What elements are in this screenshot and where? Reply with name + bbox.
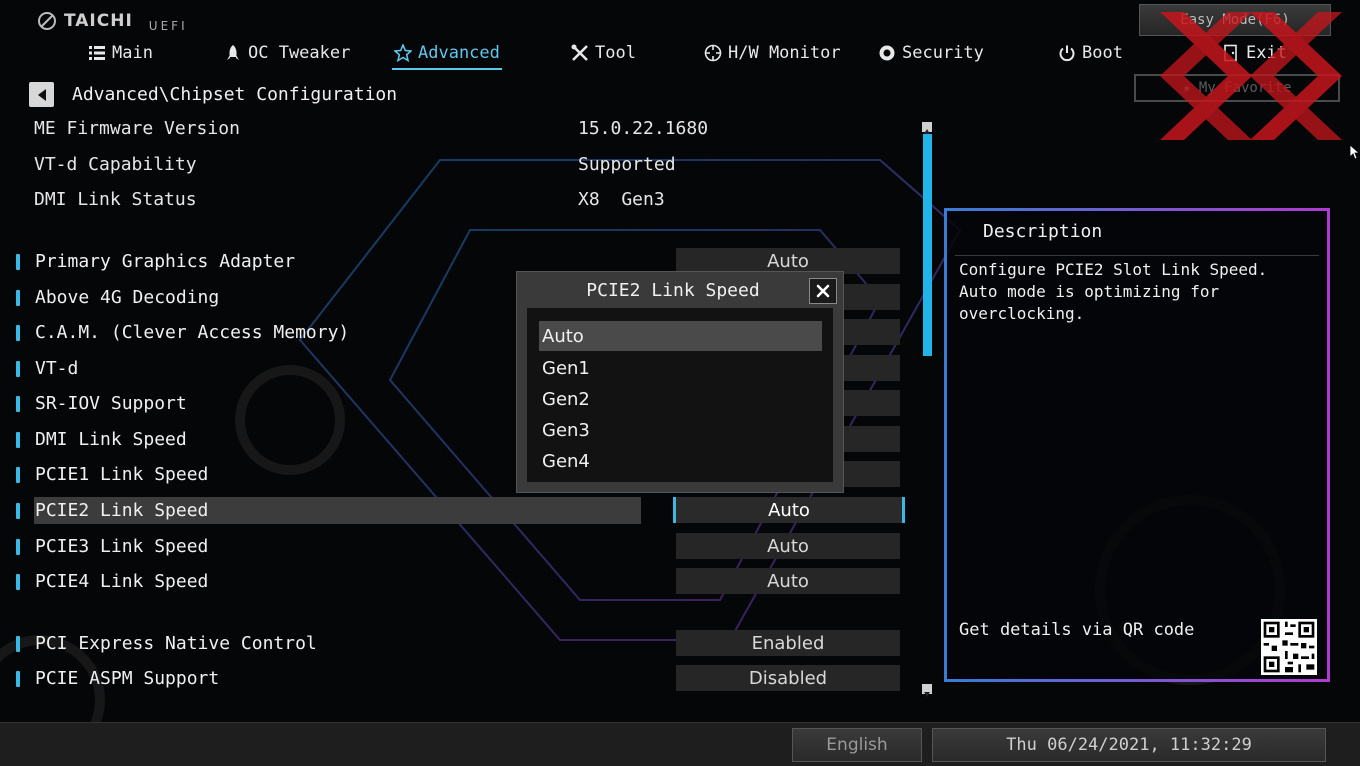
info-label: DMI Link Status [34,189,197,210]
tab-advanced[interactable]: Advanced [392,40,502,70]
power-icon [1059,45,1075,62]
rocket-icon [227,45,239,60]
setting-label: DMI Link Speed [35,429,187,450]
row-marker [16,325,20,341]
setting-label: PCI Express Native Control [35,633,317,654]
row-marker [16,503,20,519]
row-marker [16,432,20,448]
info-value: 15.0.22.1680 [578,118,709,139]
info-value: Supported [578,154,676,175]
setting-value[interactable]: Disabled [676,665,900,691]
arrow-left-icon [37,88,46,101]
link-speed-popup: PCIE2 Link Speed Auto Gen1 Gen2 Gen3 Gen… [516,271,844,493]
setting-label: Primary Graphics Adapter [35,251,296,272]
footer-bar: English Thu 06/24/2021, 11:32:29 [0,722,1360,766]
tab-advanced-label: Advanced [418,43,500,63]
row-marker [16,671,20,687]
tab-security[interactable]: Security [878,40,984,66]
tab-boot[interactable]: Boot [1058,40,1123,66]
settings-scrollbar[interactable] [922,122,932,697]
setting-value[interactable]: Enabled [676,630,900,656]
list-icon [89,46,105,60]
option-gen3[interactable]: Gen3 [539,415,822,445]
scroll-thumb[interactable] [923,134,932,356]
qr-code-icon [1261,619,1317,675]
shield-icon [879,45,895,61]
tab-oc-tweaker[interactable]: OC Tweaker [224,40,350,66]
info-label: ME Firmware Version [34,118,240,139]
setting-label: VT-d [35,358,79,379]
tab-boot-label: Boot [1082,43,1123,63]
language-button[interactable]: English [792,728,922,762]
tab-hw-monitor[interactable]: H/W Monitor [704,40,841,66]
triangle-down-icon [924,692,930,697]
option-gen4[interactable]: Gen4 [539,446,822,476]
taichi-logo: TAICHI UEFI [36,8,188,34]
info-label: VT-d Capability [34,154,197,175]
row-marker [16,467,20,483]
info-row-dmi-link-status: DMI Link Status X8 Gen3 [34,189,734,213]
setting-label: PCIE4 Link Speed [35,571,209,592]
watermark-logo [1160,12,1342,140]
setting-label: PCIE ASPM Support [35,668,220,689]
setting-label: PCIE1 Link Speed [35,464,209,485]
option-gen2[interactable]: Gen2 [539,384,822,414]
setting-label: PCIE2 Link Speed [35,500,209,521]
setting-pci-express-native-control[interactable]: PCI Express Native Control Enabled [0,630,910,660]
mouse-cursor-icon [1350,145,1360,160]
setting-value[interactable]: Auto [676,533,900,559]
setting-value[interactable]: Auto [676,568,900,594]
tools-icon [571,44,588,61]
row-marker [16,290,20,306]
tab-hw-monitor-label: H/W Monitor [728,43,841,63]
monitor-icon [704,44,722,62]
info-value: X8 Gen3 [578,189,665,210]
tab-main-label: Main [112,43,153,63]
datetime-display: Thu 06/24/2021, 11:32:29 [932,728,1326,762]
info-row-vtd-capability: VT-d Capability Supported [34,154,734,178]
setting-label: PCIE3 Link Speed [35,536,209,557]
popup-option-list: Auto Gen1 Gen2 Gen3 Gen4 [527,308,833,482]
info-row-me-firmware: ME Firmware Version 15.0.22.1680 [34,118,734,142]
star-icon [394,44,412,62]
breadcrumb: Advanced\Chipset Configuration [72,84,398,105]
close-icon [816,284,830,298]
row-marker [16,396,20,412]
setting-value[interactable]: Auto [673,497,905,523]
option-gen1[interactable]: Gen1 [539,353,822,383]
setting-pcie4-link-speed[interactable]: PCIE4 Link Speed Auto [0,568,910,598]
setting-pcie2-link-speed[interactable]: PCIE2 Link Speed Auto [0,497,910,527]
tab-tool-label: Tool [595,43,636,63]
description-divider [955,255,1319,256]
setting-label: SR-IOV Support [35,393,187,414]
setting-label: C.A.M. (Clever Access Memory) [35,322,350,343]
tab-oc-tweaker-label: OC Tweaker [248,43,351,63]
option-auto[interactable]: Auto [539,321,822,351]
tab-main[interactable]: Main [88,40,153,66]
scroll-up-button[interactable] [922,122,932,134]
close-button[interactable] [809,278,837,304]
main-nav: Main OC Tweaker Advanced Tool H/W Monito… [0,40,1360,70]
tab-tool[interactable]: Tool [571,40,636,66]
taichi-emblem-icon [38,12,56,30]
back-button[interactable] [29,82,54,107]
qr-code-label: Get details via QR code [959,620,1195,640]
row-marker [16,361,20,377]
edition-label: UEFI [148,19,188,33]
brand-name: TAICHI [64,11,133,31]
tab-security-label: Security [902,43,984,63]
description-text: Configure PCIE2 Slot Link Speed. Auto mo… [959,260,1268,323]
setting-label: Above 4G Decoding [35,287,220,308]
description-panel: Description Configure PCIE2 Slot Link Sp… [944,208,1330,682]
popup-title: PCIE2 Link Speed [586,280,760,301]
row-marker [16,539,20,555]
setting-pcie-aspm-support[interactable]: PCIE ASPM Support Disabled [0,665,910,695]
description-title: Description [983,221,1103,242]
row-marker [16,636,20,652]
row-marker [16,574,20,590]
row-marker [16,254,20,270]
setting-pcie3-link-speed[interactable]: PCIE3 Link Speed Auto [0,533,910,563]
scroll-down-button[interactable] [922,684,932,697]
